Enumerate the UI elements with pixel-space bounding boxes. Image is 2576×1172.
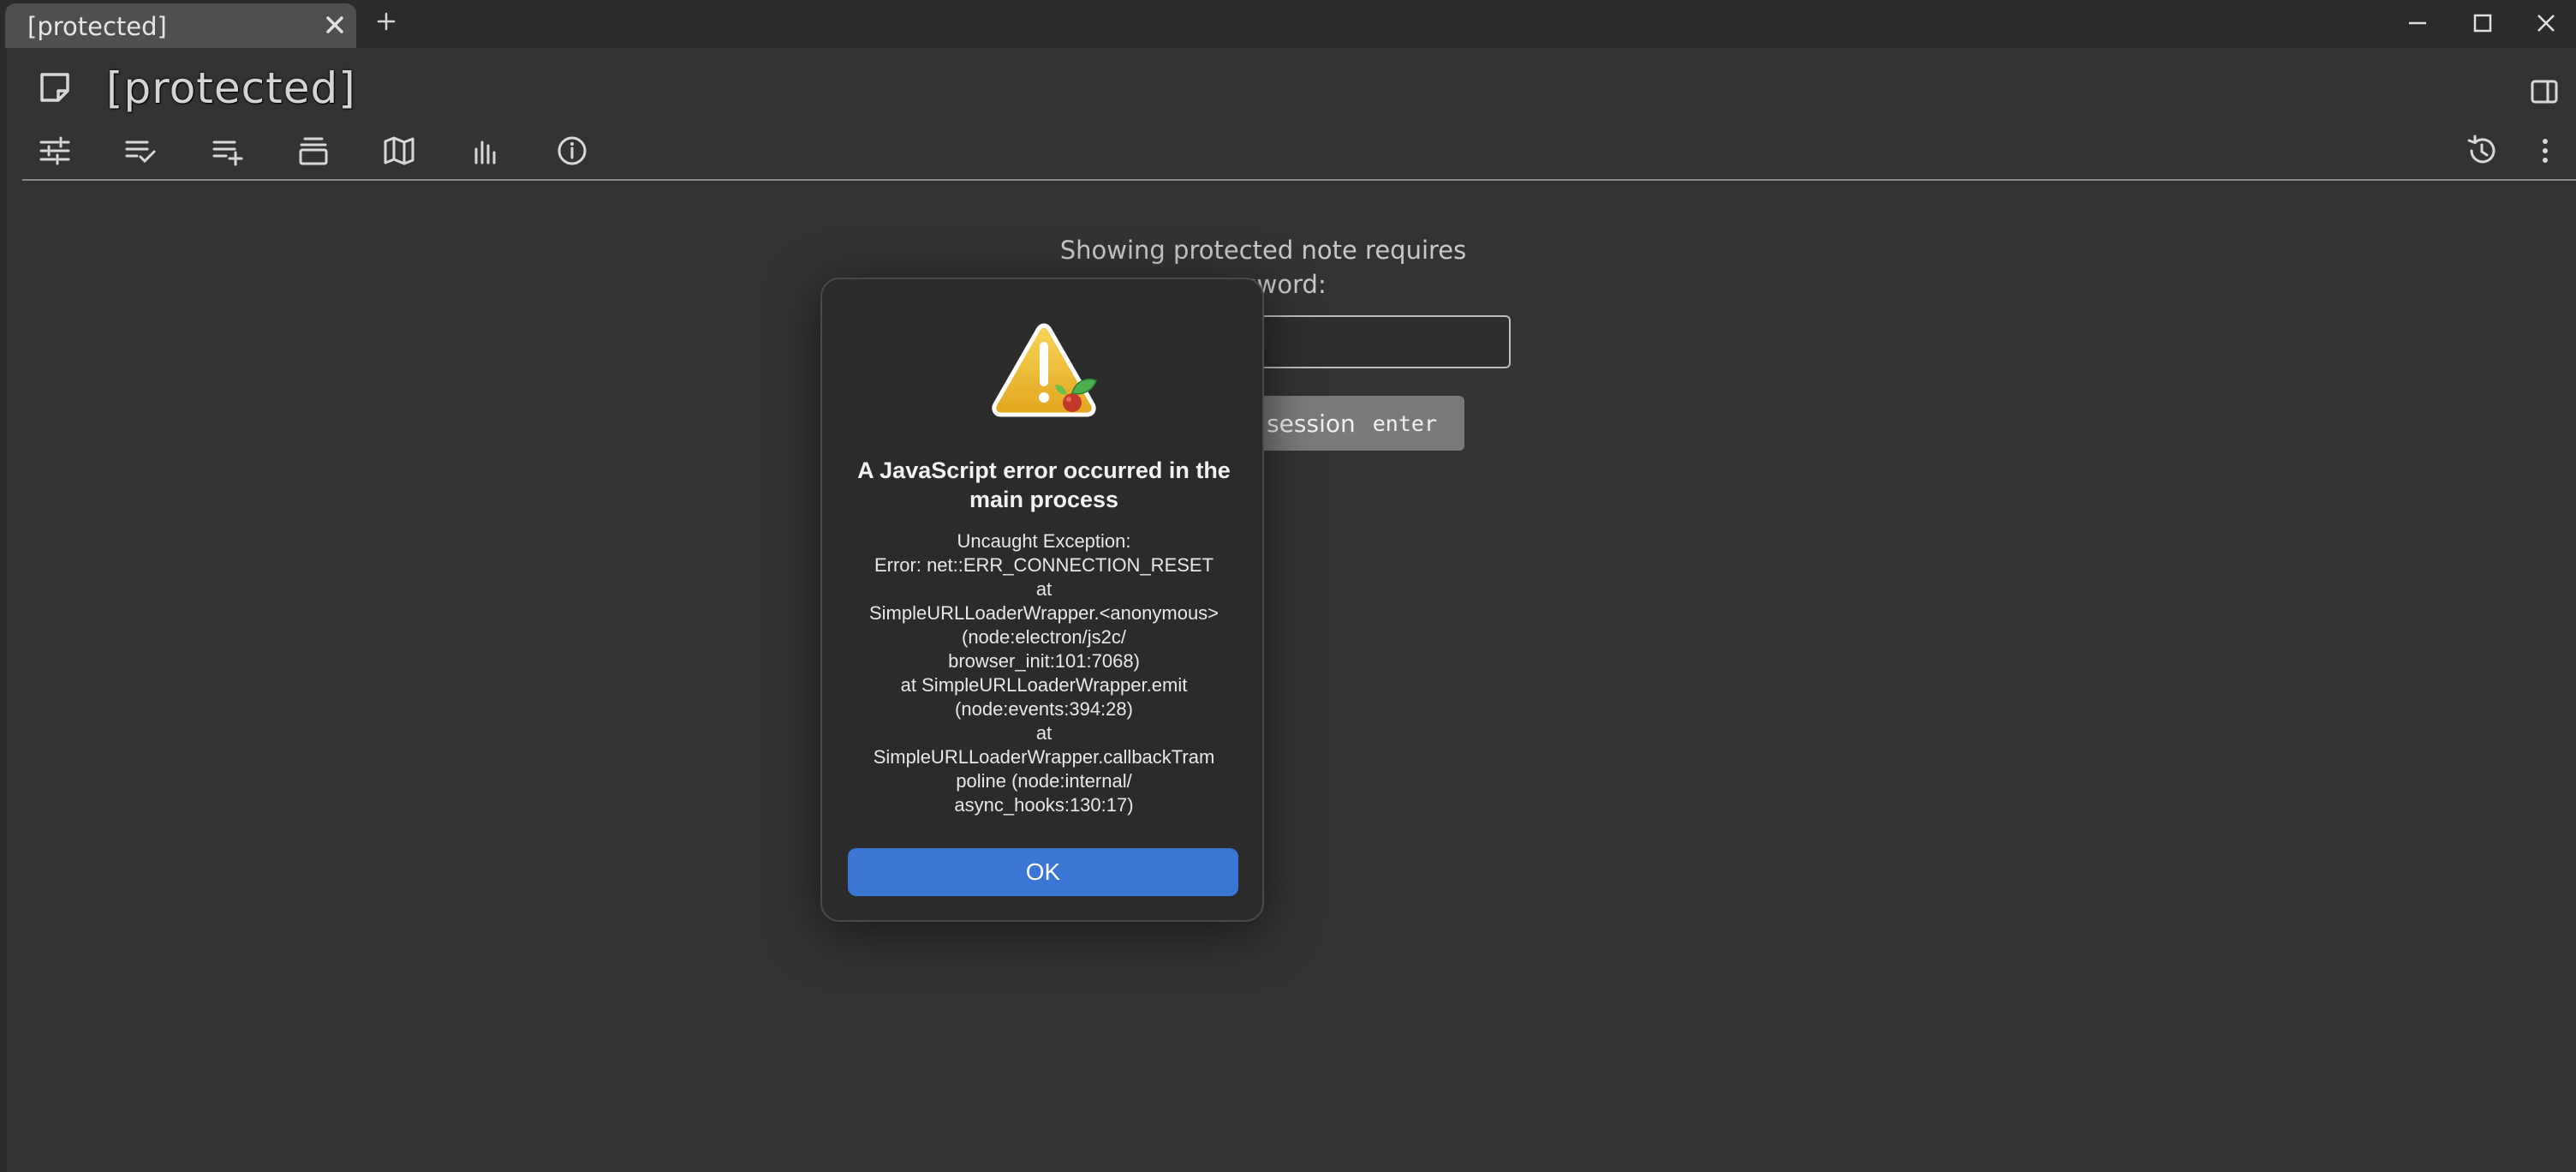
app-window: [protected] [protected] Showing protecte… bbox=[0, 0, 2576, 1172]
more-vertical-icon[interactable] bbox=[2528, 134, 2562, 168]
dialog-title: A JavaScript error occurred in the main … bbox=[857, 457, 1231, 512]
maximize-icon[interactable] bbox=[2468, 9, 2497, 38]
window-close-icon[interactable] bbox=[2531, 9, 2561, 38]
sidebar-toggle-icon[interactable] bbox=[2530, 77, 2559, 106]
add-to-list-icon[interactable] bbox=[211, 134, 245, 168]
dialog-message: Uncaught Exception: Error: net::ERR_CONN… bbox=[868, 530, 1219, 816]
note-icon bbox=[40, 73, 69, 102]
plus-icon[interactable] bbox=[373, 9, 399, 34]
tab-strip: [protected] bbox=[0, 0, 2576, 48]
enter-shortcut: enter bbox=[1372, 410, 1437, 436]
warning-icon bbox=[992, 323, 1097, 417]
close-icon[interactable] bbox=[322, 12, 348, 38]
tab-protected[interactable]: [protected] bbox=[5, 3, 356, 48]
error-dialog: A JavaScript error occurred in the main … bbox=[820, 278, 1264, 922]
minimize-icon[interactable] bbox=[2403, 9, 2432, 38]
checklist-icon[interactable] bbox=[123, 134, 158, 168]
left-edge bbox=[0, 48, 7, 1172]
layers-icon[interactable] bbox=[296, 134, 331, 168]
map-icon[interactable] bbox=[382, 134, 416, 168]
history-icon[interactable] bbox=[2465, 134, 2499, 168]
ribbon-divider bbox=[22, 179, 2576, 181]
protected-prompt-line1: Showing protected note requires bbox=[1059, 236, 1467, 265]
info-icon[interactable] bbox=[555, 134, 589, 168]
ok-button[interactable]: OK bbox=[848, 848, 1238, 896]
note-title[interactable]: [protected] bbox=[106, 63, 356, 113]
start-session-label: session bbox=[1267, 409, 1356, 438]
tab-title: [protected] bbox=[27, 12, 167, 41]
properties-icon[interactable] bbox=[38, 134, 72, 168]
bar-chart-icon[interactable] bbox=[469, 134, 504, 168]
